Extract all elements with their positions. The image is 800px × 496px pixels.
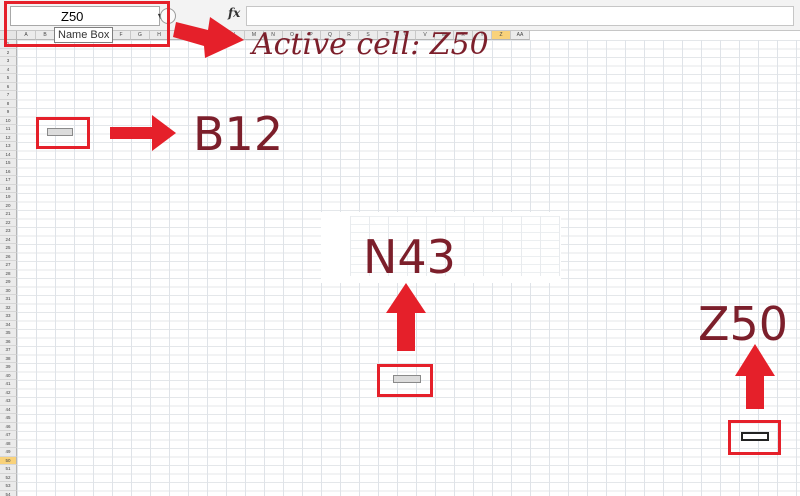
row-header[interactable]: 45 (0, 414, 17, 423)
row-header[interactable]: 18 (0, 184, 17, 193)
name-box-tooltip: Name Box (54, 27, 114, 43)
row-header[interactable]: 50 (0, 456, 17, 465)
row-header[interactable]: 7 (0, 91, 17, 100)
insert-function-icon[interactable]: fx (228, 6, 240, 20)
row-header[interactable]: 32 (0, 303, 17, 312)
column-header[interactable]: I (169, 31, 188, 40)
b12-callout: B12 (193, 107, 284, 161)
row-header[interactable]: 31 (0, 295, 17, 304)
row-header[interactable]: 4 (0, 65, 17, 74)
row-header[interactable]: 43 (0, 397, 17, 406)
n43-callout: N43 (363, 230, 456, 284)
active-cell-callout: Active cell: Z50 (252, 27, 489, 62)
row-header[interactable]: 53 (0, 482, 17, 491)
row-header[interactable]: 54 (0, 490, 17, 496)
row-header[interactable]: 6 (0, 82, 17, 91)
row-header[interactable]: 33 (0, 312, 17, 321)
row-header[interactable]: 23 (0, 227, 17, 236)
row-header[interactable]: 37 (0, 346, 17, 355)
row-header[interactable]: 16 (0, 167, 17, 176)
cell-z50[interactable] (741, 432, 769, 441)
row-header[interactable]: 5 (0, 74, 17, 83)
row-header[interactable]: 46 (0, 422, 17, 431)
row-header[interactable]: 38 (0, 354, 17, 363)
row-header[interactable]: 35 (0, 329, 17, 338)
column-header[interactable]: J (188, 31, 207, 40)
row-header[interactable]: 22 (0, 218, 17, 227)
column-header[interactable]: Z (492, 31, 511, 40)
row-header[interactable]: 27 (0, 261, 17, 270)
row-header[interactable]: 8 (0, 99, 17, 108)
row-header[interactable]: 44 (0, 405, 17, 414)
row-header[interactable]: 30 (0, 286, 17, 295)
row-header[interactable]: 26 (0, 252, 17, 261)
row-header[interactable]: 41 (0, 380, 17, 389)
row-header[interactable]: 52 (0, 473, 17, 482)
row-header[interactable]: 48 (0, 439, 17, 448)
row-header[interactable]: 39 (0, 363, 17, 372)
row-header[interactable]: 28 (0, 269, 17, 278)
column-header[interactable]: AA (511, 31, 530, 40)
column-header[interactable]: K (207, 31, 226, 40)
row-header[interactable]: 10 (0, 116, 17, 125)
row-header[interactable]: 20 (0, 201, 17, 210)
row-header[interactable]: 13 (0, 142, 17, 151)
row-header[interactable]: 49 (0, 448, 17, 457)
row-header[interactable]: 11 (0, 125, 17, 134)
cell-n43[interactable] (393, 375, 421, 383)
row-header[interactable]: 40 (0, 371, 17, 380)
column-header[interactable]: L (226, 31, 245, 40)
row-header[interactable]: 12 (0, 133, 17, 142)
row-header[interactable]: 24 (0, 235, 17, 244)
row-header[interactable]: 14 (0, 150, 17, 159)
row-header[interactable]: 17 (0, 176, 17, 185)
row-header[interactable]: 19 (0, 193, 17, 202)
row-header[interactable]: 51 (0, 465, 17, 474)
row-header[interactable]: 15 (0, 159, 17, 168)
row-header[interactable]: 21 (0, 210, 17, 219)
row-header[interactable]: 42 (0, 388, 17, 397)
row-header[interactable]: 9 (0, 108, 17, 117)
row-header[interactable]: 29 (0, 278, 17, 287)
row-header[interactable]: 36 (0, 337, 17, 346)
row-header[interactable]: 47 (0, 431, 17, 440)
row-header[interactable]: 25 (0, 244, 17, 253)
row-header[interactable]: 2 (0, 48, 17, 57)
row-header[interactable]: 34 (0, 320, 17, 329)
formula-input[interactable] (246, 6, 794, 26)
row-header[interactable]: 3 (0, 57, 17, 66)
cell-b12[interactable] (47, 128, 73, 136)
z50-callout: Z50 (698, 297, 789, 351)
